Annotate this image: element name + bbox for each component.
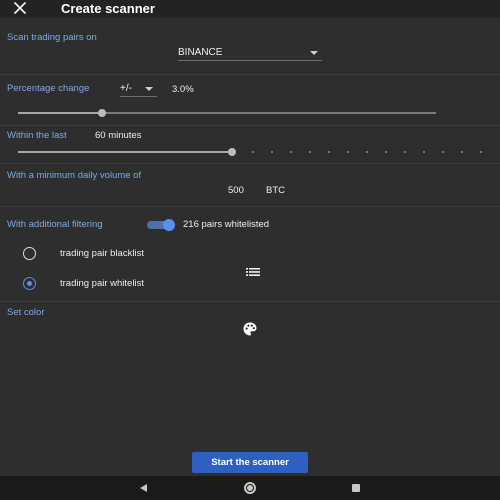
app-bar: Create scanner (0, 0, 500, 18)
divider (0, 301, 500, 302)
filtering-label: With additional filtering (7, 219, 103, 230)
slider-tick (441, 151, 444, 153)
slider-tick (365, 151, 368, 153)
chevron-down-icon (310, 51, 318, 55)
slider-thumb[interactable] (97, 109, 106, 117)
operator-select[interactable]: +/- (120, 83, 157, 97)
percentage-value: 3.0% (172, 84, 194, 95)
divider (0, 74, 500, 75)
chevron-down-icon (145, 87, 153, 91)
recent-apps-icon[interactable] (352, 484, 360, 492)
slider-tick (422, 151, 425, 153)
filtering-status: 216 pairs whitelisted (183, 219, 270, 230)
palette-icon[interactable] (242, 321, 258, 337)
percentage-slider[interactable] (18, 109, 436, 117)
operator-value: +/- (120, 83, 132, 94)
timeframe-label: Within the last (7, 130, 67, 141)
blacklist-radio[interactable] (23, 247, 36, 260)
volume-unit: BTC (266, 185, 285, 196)
slider-fill (18, 151, 232, 153)
divider (0, 206, 500, 207)
percentage-label: Percentage change (7, 83, 90, 94)
system-nav-bar (0, 476, 500, 500)
slider-tick (403, 151, 406, 153)
whitelist-radio[interactable] (23, 277, 36, 290)
volume-amount[interactable]: 500 (228, 185, 244, 196)
blacklist-label[interactable]: trading pair blacklist (60, 248, 144, 259)
slider-tick (479, 151, 482, 153)
timeframe-slider[interactable] (18, 148, 483, 156)
color-label: Set color (7, 307, 45, 318)
home-icon[interactable] (244, 482, 256, 494)
whitelist-label[interactable]: trading pair whitelist (60, 278, 144, 289)
close-icon[interactable] (14, 2, 30, 16)
list-icon[interactable] (246, 264, 260, 276)
toggle-knob (163, 219, 175, 231)
slider-tick (384, 151, 387, 153)
volume-label: With a minimum daily volume of (7, 170, 142, 181)
slider-tick (327, 151, 330, 153)
timeframe-value: 60 minutes (95, 130, 142, 141)
page-title: Create scanner (61, 1, 155, 16)
exchange-label: Scan trading pairs on (7, 32, 97, 43)
slider-tick (270, 151, 273, 153)
exchange-select[interactable]: BINANCE (178, 47, 322, 61)
radio-selected-dot (26, 280, 32, 286)
slider-thumb[interactable] (227, 148, 236, 156)
start-scanner-button[interactable]: Start the scanner (192, 452, 308, 473)
slider-tick (346, 151, 349, 153)
slider-tick (251, 151, 254, 153)
divider (0, 125, 500, 126)
back-icon[interactable] (140, 484, 147, 492)
filtering-toggle[interactable] (145, 219, 175, 231)
slider-tick (289, 151, 292, 153)
slider-tick (460, 151, 463, 153)
slider-tick (308, 151, 311, 153)
divider (0, 163, 500, 164)
slider-fill (18, 112, 102, 114)
exchange-value: BINANCE (178, 47, 223, 58)
